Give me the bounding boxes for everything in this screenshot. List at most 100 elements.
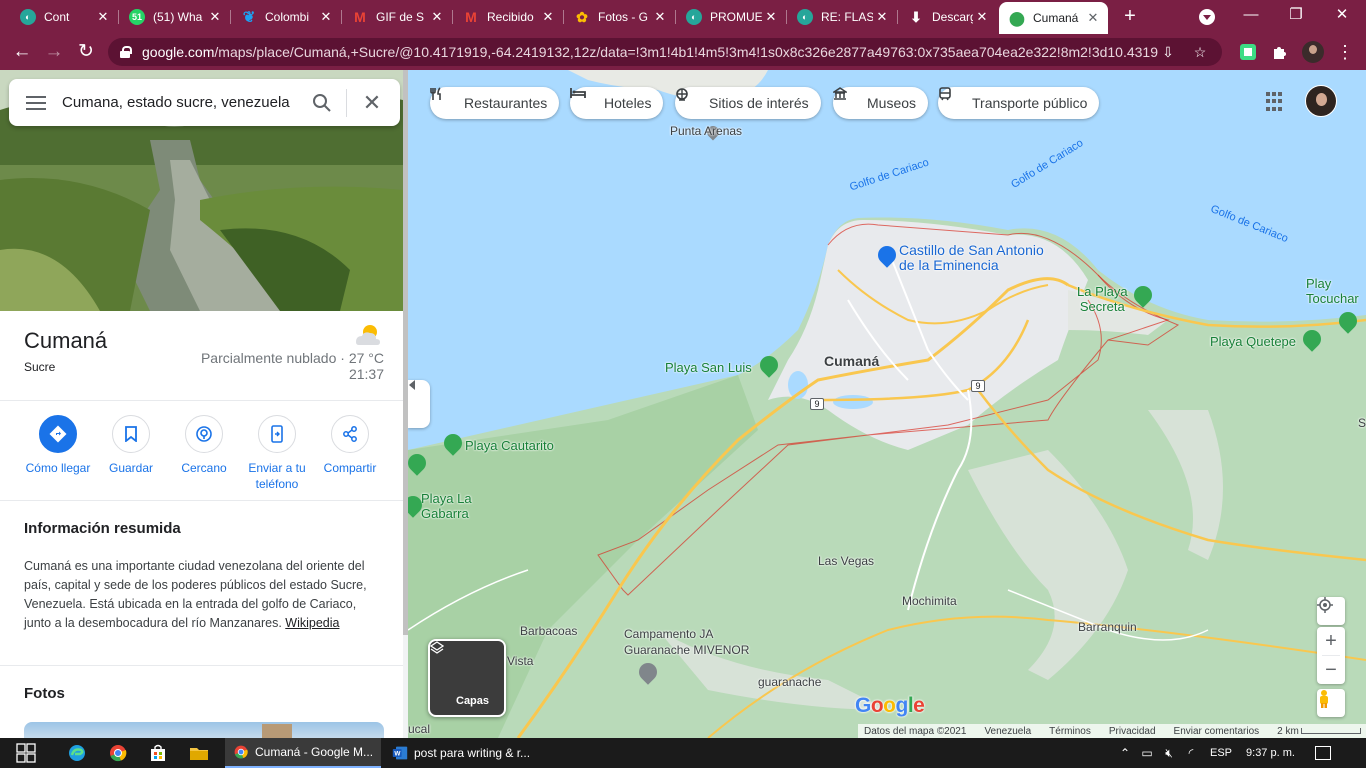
browser-tab[interactable]: ✿ Fotos - G ✕ <box>564 4 675 30</box>
notifications-icon[interactable] <box>1314 746 1331 760</box>
tab-close-icon[interactable]: ✕ <box>539 9 557 25</box>
tab-close-icon[interactable]: ✕ <box>973 9 991 25</box>
label-castillo-san-antonio[interactable]: Castillo de San Antonio de la Eminencia <box>899 243 1044 273</box>
map-data-credit[interactable]: Datos del mapa ©2021 <box>864 726 966 737</box>
puzzle-extensions-icon[interactable] <box>1270 42 1290 62</box>
search-input[interactable]: Cumana, estado sucre, venezuela <box>62 94 304 111</box>
browser-tab-active[interactable]: ⬤ Cumaná ✕ <box>999 2 1108 34</box>
url-text[interactable]: google.com/maps/place/Cumaná,+Sucre/@10.… <box>142 44 1158 60</box>
place-title: Cumaná <box>24 328 108 353</box>
chrome-icon[interactable] <box>108 743 128 763</box>
label-campamento-guaranache[interactable]: Campamento JA Guaranache MIVENOR <box>624 626 749 658</box>
close-icon[interactable]: ✕ <box>361 91 383 114</box>
task-view-icon[interactable] <box>16 743 36 763</box>
address-bar[interactable]: google.com/maps/place/Cumaná,+Sucre/@10.… <box>108 38 1222 66</box>
scale-label[interactable]: 2 km <box>1277 726 1299 737</box>
new-tab-button[interactable]: + <box>1119 6 1141 28</box>
browser-tab[interactable]: ◐ PROMUE ✕ <box>676 4 786 30</box>
chip-hoteles[interactable]: Hoteles <box>570 87 664 119</box>
chip-sitios-de-interes[interactable]: Sitios de interés <box>675 87 821 119</box>
browser-tab[interactable]: 51 (51) Wha ✕ <box>119 4 230 30</box>
label-playa-la-gabarra[interactable]: Playa La Gabarra <box>421 491 472 521</box>
share-button[interactable]: Compartir <box>310 415 390 476</box>
label-playa-tocuchar[interactable]: Play Tocuchar <box>1306 276 1359 306</box>
taskbar-app-word[interactable]: W post para writing & r... <box>384 738 540 768</box>
tab-close-icon[interactable]: ✕ <box>206 9 224 25</box>
gmail-icon: M <box>465 9 477 25</box>
tab-close-icon[interactable]: ✕ <box>762 9 780 25</box>
my-location-button[interactable] <box>1317 597 1345 625</box>
collapse-panel-button[interactable] <box>408 380 430 428</box>
send-to-phone-button[interactable]: Enviar a tu teléfono <box>237 415 317 492</box>
transit-icon <box>939 87 966 111</box>
tab-search-icon[interactable] <box>1199 9 1215 25</box>
tab-close-icon[interactable]: ✕ <box>873 9 891 25</box>
extension-icon[interactable] <box>1238 42 1258 62</box>
battery-icon[interactable]: ▭ <box>1139 746 1155 760</box>
label-playa-cautarito[interactable]: Playa Cautarito <box>465 438 554 453</box>
browser-tab[interactable]: ❦ Colombi ✕ <box>231 4 341 30</box>
street-view-pegman[interactable] <box>1317 689 1345 717</box>
search-box[interactable]: Cumana, estado sucre, venezuela ✕ <box>9 79 400 126</box>
wikipedia-link[interactable]: Wikipedia <box>285 616 339 630</box>
account-avatar[interactable] <box>1305 85 1337 117</box>
file-explorer-icon[interactable] <box>189 743 209 763</box>
label-la-playa-secreta[interactable]: La Playa Secreta <box>1077 284 1128 314</box>
browser-menu-icon[interactable]: ⋮ <box>1335 41 1355 63</box>
restore-button[interactable]: ❐ <box>1276 4 1316 26</box>
tab-close-icon[interactable]: ✕ <box>428 9 446 25</box>
chip-museos[interactable]: Museos <box>833 87 929 119</box>
contact-app-icon: ◐ <box>797 9 813 25</box>
back-button[interactable]: ← <box>10 41 34 63</box>
minimize-button[interactable]: — <box>1231 4 1271 26</box>
tab-close-icon[interactable]: ✕ <box>651 9 669 25</box>
chevron-up-icon[interactable]: ⌃ <box>1117 746 1133 760</box>
label-edge: S <box>1358 416 1366 430</box>
zoom-out-button[interactable]: − <box>1317 656 1345 684</box>
layers-button[interactable]: Capas <box>428 639 506 717</box>
label-playa-san-luis[interactable]: Playa San Luis <box>665 360 752 375</box>
nearby-button[interactable]: Cercano <box>164 415 244 476</box>
install-app-icon[interactable]: ⇩ <box>1158 44 1178 61</box>
privacy-link[interactable]: Privacidad <box>1109 726 1156 737</box>
directions-button[interactable]: Cómo llegar <box>18 415 98 476</box>
label-punta-arenas: Punta Arenas <box>670 124 743 138</box>
tab-close-icon[interactable]: ✕ <box>1084 10 1102 26</box>
close-window-button[interactable]: ✕ <box>1322 4 1362 26</box>
save-button[interactable]: Guardar <box>91 415 171 476</box>
tab-close-icon[interactable]: ✕ <box>317 9 335 25</box>
tab-close-icon[interactable]: ✕ <box>94 9 112 25</box>
feedback-link[interactable]: Enviar comentarios <box>1174 726 1260 737</box>
language-indicator[interactable]: ESP <box>1210 747 1232 759</box>
label-playa-quetepe[interactable]: Playa Quetepe <box>1210 334 1296 349</box>
browser-tab[interactable]: M GIF de S ✕ <box>342 4 452 30</box>
chip-restaurantes[interactable]: Restaurantes <box>430 87 560 119</box>
profile-avatar[interactable] <box>1302 41 1324 63</box>
photo-thumbnail[interactable] <box>24 722 384 738</box>
map-canvas[interactable]: Restaurantes Hoteles Sitios de interés M… <box>408 70 1366 738</box>
menu-icon[interactable] <box>26 92 46 114</box>
search-icon[interactable] <box>310 91 334 115</box>
google-maps-icon: ⬤ <box>1009 9 1025 26</box>
region-link[interactable]: Venezuela <box>984 726 1031 737</box>
zoom-in-button[interactable]: + <box>1317 627 1345 655</box>
bookmark-star-icon[interactable]: ☆ <box>1190 44 1210 61</box>
label-cumana[interactable]: Cumaná <box>824 353 879 369</box>
browser-tab[interactable]: ⬇ Descarg ✕ <box>898 4 997 30</box>
forward-button[interactable]: → <box>42 41 66 63</box>
place-panel: Cumana, estado sucre, venezuela ✕ Cumaná… <box>0 70 408 738</box>
reload-button[interactable]: ↻ <box>74 41 98 63</box>
taskbar-app-chrome[interactable]: Cumaná - Google M... <box>225 738 381 768</box>
edge-icon[interactable] <box>67 743 87 763</box>
browser-tab[interactable]: ◐ Cont ✕ <box>10 4 118 30</box>
browser-tab[interactable]: ◐ RE: FLAS ✕ <box>787 4 897 30</box>
browser-tab[interactable]: M Recibido ✕ <box>453 4 563 30</box>
clock[interactable]: 9:37 p. m. <box>1246 747 1295 759</box>
volume-muted-icon[interactable]: 🔇︎ <box>1161 746 1177 761</box>
terms-link[interactable]: Términos <box>1049 726 1091 737</box>
store-icon[interactable] <box>148 743 168 763</box>
chip-transporte-publico[interactable]: Transporte público <box>938 87 1100 119</box>
wifi-icon[interactable]: ◜ <box>1183 746 1199 760</box>
lock-icon[interactable] <box>120 46 132 58</box>
apps-grid-icon[interactable] <box>1266 92 1286 112</box>
